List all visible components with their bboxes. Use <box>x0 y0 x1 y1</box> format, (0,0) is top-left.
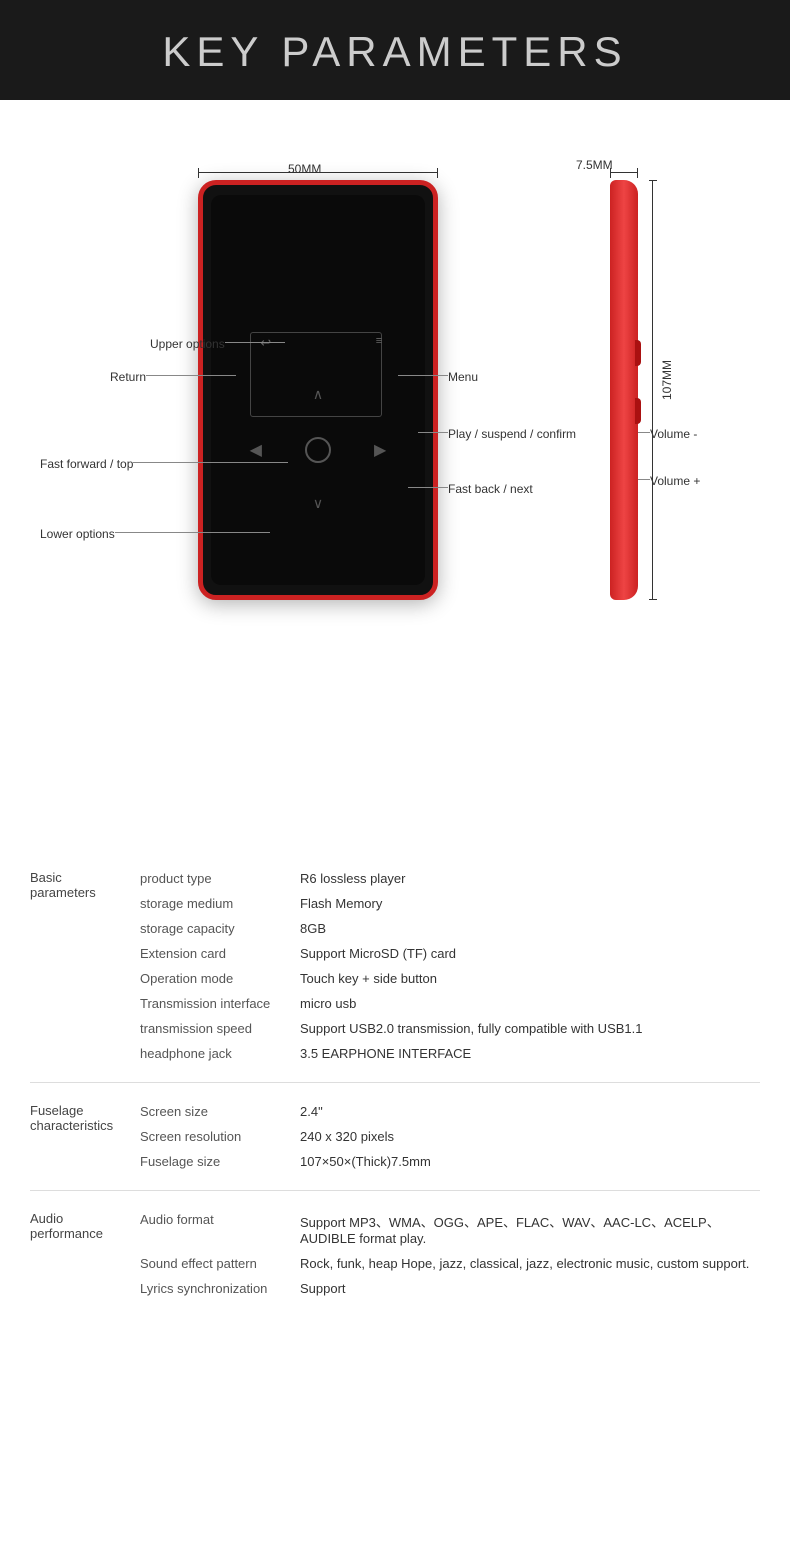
param-val: R6 lossless player <box>300 871 760 886</box>
dimension-50mm-label: 50MM <box>288 162 321 176</box>
param-val: Touch key + side button <box>300 971 760 986</box>
param-val: 8GB <box>300 921 760 936</box>
fast-back-label: Fast back / next <box>448 480 533 498</box>
param-key: Audio format <box>140 1212 300 1246</box>
param-key: Fuselage size <box>140 1154 300 1169</box>
table-row: headphone jack 3.5 EARPHONE INTERFACE <box>140 1041 760 1066</box>
phone-side-body <box>610 180 638 600</box>
param-key: Sound effect pattern <box>140 1256 300 1271</box>
param-val: Flash Memory <box>300 896 760 911</box>
dimension-107mm-label: 107MM <box>660 360 674 400</box>
param-key: Extension card <box>140 946 300 961</box>
play-suspend-label: Play / suspend / confirm <box>448 425 576 443</box>
parameters-section: Basic parameters product type R6 lossles… <box>0 820 790 1317</box>
fuselage-rows: Screen size 2.4" Screen resolution 240 x… <box>140 1099 760 1174</box>
param-val: micro usb <box>300 996 760 1011</box>
param-key: Screen size <box>140 1104 300 1119</box>
param-key: storage capacity <box>140 921 300 936</box>
table-row: Sound effect pattern Rock, funk, heap Ho… <box>140 1251 760 1276</box>
volume-minus-label: Volume - <box>650 425 697 443</box>
dimension-75mm-line <box>610 172 638 173</box>
param-val: Support USB2.0 transmission, fully compa… <box>300 1021 760 1036</box>
param-val: Rock, funk, heap Hope, jazz, classical, … <box>300 1256 760 1271</box>
basic-parameters-group: Basic parameters product type R6 lossles… <box>30 850 760 1083</box>
page-header: KEY PARAMETERS <box>0 0 790 100</box>
phone-body: ◀ ▶ ∧ ∨ ↩ ≡ <box>198 180 438 600</box>
dimension-107mm-line <box>652 180 653 600</box>
param-key: Lyrics synchronization <box>140 1281 300 1296</box>
phone-screen: ◀ ▶ ∧ ∨ ↩ ≡ <box>211 195 425 585</box>
param-val: 107×50×(Thick)7.5mm <box>300 1154 760 1169</box>
table-row: Screen resolution 240 x 320 pixels <box>140 1124 760 1149</box>
page-title: KEY PARAMETERS <box>0 28 790 76</box>
table-row: product type R6 lossless player <box>140 866 760 891</box>
phone-front-view: ◀ ▶ ∧ ∨ ↩ ≡ <box>198 180 438 600</box>
volume-plus-label: Volume + <box>650 472 700 490</box>
param-val: 3.5 EARPHONE INTERFACE <box>300 1046 760 1061</box>
table-row: transmission speed Support USB2.0 transm… <box>140 1016 760 1041</box>
table-row: Screen size 2.4" <box>140 1099 760 1124</box>
table-row: Operation mode Touch key + side button <box>140 966 760 991</box>
diagram-section: 50MM 7.5MM 107MM ◀ ▶ ∧ <box>0 100 790 820</box>
table-row: Fuselage size 107×50×(Thick)7.5mm <box>140 1149 760 1174</box>
return-label: Return <box>110 368 146 386</box>
table-row: storage medium Flash Memory <box>140 891 760 916</box>
param-key: Screen resolution <box>140 1129 300 1144</box>
param-key: Transmission interface <box>140 996 300 1011</box>
fuselage-characteristics-label: Fuselage characteristics <box>30 1099 140 1174</box>
param-key: transmission speed <box>140 1021 300 1036</box>
table-row: Lyrics synchronization Support <box>140 1276 760 1301</box>
table-row: storage capacity 8GB <box>140 916 760 941</box>
param-key: storage medium <box>140 896 300 911</box>
audio-rows: Audio format Support MP3、WMA、OGG、APE、FLA… <box>140 1207 760 1301</box>
lower-options-label: Lower options <box>40 525 115 543</box>
basic-parameters-rows: product type R6 lossless player storage … <box>140 866 760 1066</box>
fast-forward-label: Fast forward / top <box>40 455 133 473</box>
dimension-75mm-label: 7.5MM <box>576 158 613 172</box>
menu-label: Menu <box>448 368 478 386</box>
param-key: headphone jack <box>140 1046 300 1061</box>
table-row: Audio format Support MP3、WMA、OGG、APE、FLA… <box>140 1207 760 1251</box>
param-key: product type <box>140 871 300 886</box>
basic-parameters-label: Basic parameters <box>30 866 140 1066</box>
param-val: 2.4" <box>300 1104 760 1119</box>
volume-minus-button <box>635 340 641 366</box>
param-val: 240 x 320 pixels <box>300 1129 760 1144</box>
param-val: Support MP3、WMA、OGG、APE、FLAC、WAV、AAC-LC、… <box>300 1212 760 1246</box>
audio-performance-label: Audio performance <box>30 1207 140 1301</box>
table-row: Extension card Support MicroSD (TF) card <box>140 941 760 966</box>
param-key: Operation mode <box>140 971 300 986</box>
phone-side-view <box>610 180 638 600</box>
volume-plus-button <box>635 398 641 424</box>
param-val: Support <box>300 1281 760 1296</box>
audio-performance-group: Audio performance Audio format Support M… <box>30 1191 760 1317</box>
upper-options-label: Upper options <box>150 335 225 353</box>
fuselage-characteristics-group: Fuselage characteristics Screen size 2.4… <box>30 1083 760 1191</box>
device-diagram: 50MM 7.5MM 107MM ◀ ▶ ∧ <box>20 140 770 760</box>
table-row: Transmission interface micro usb <box>140 991 760 1016</box>
param-val: Support MicroSD (TF) card <box>300 946 760 961</box>
